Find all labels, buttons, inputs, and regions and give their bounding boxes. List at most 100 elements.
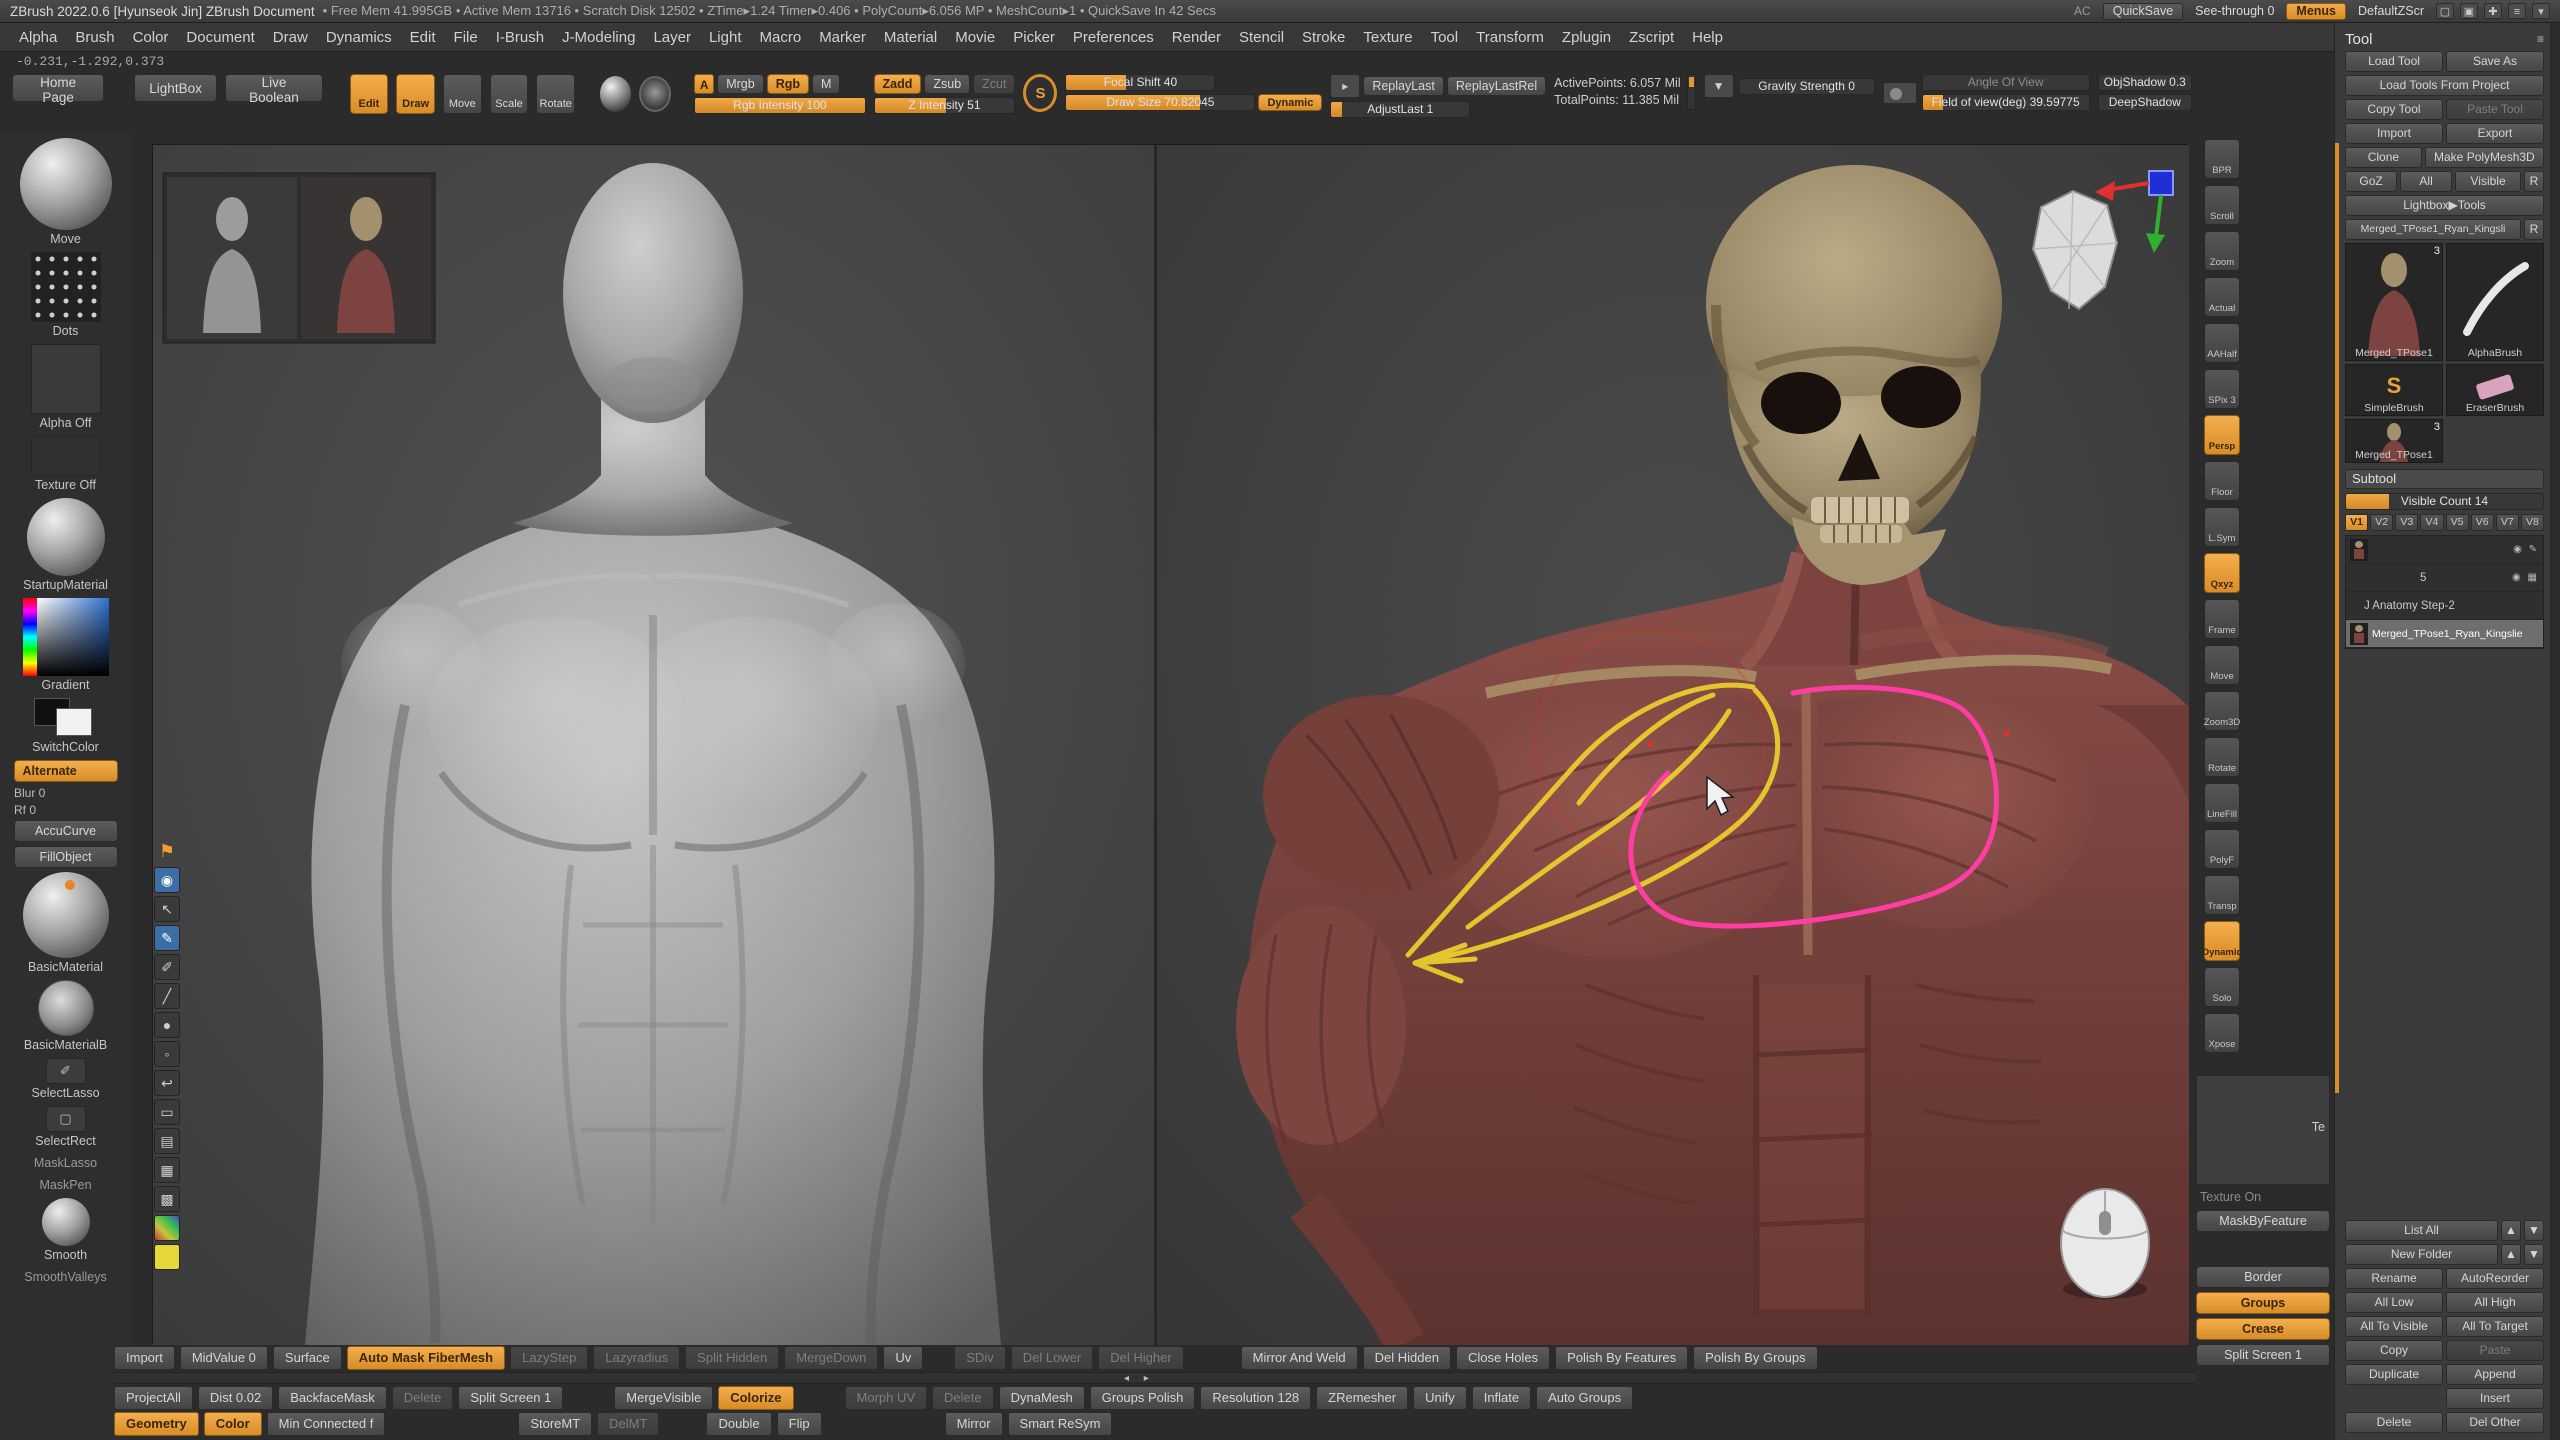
- titlebar-icon[interactable]: ▾: [2532, 3, 2550, 19]
- replay-last-button[interactable]: ReplayLast: [1363, 76, 1444, 96]
- subtool-row-icons[interactable]: ◉ ✎: [2513, 544, 2539, 555]
- move-button[interactable]: Move: [443, 74, 482, 114]
- append-button[interactable]: Append: [2446, 1364, 2544, 1385]
- shelf-button[interactable]: Flip: [777, 1412, 822, 1436]
- dynamic-button[interactable]: Dynamic: [1258, 94, 1322, 111]
- split-screen-button[interactable]: Split Screen 1: [2196, 1344, 2330, 1366]
- copy-tool-button[interactable]: Copy Tool: [2345, 99, 2443, 120]
- save-as-button[interactable]: Save As: [2446, 51, 2544, 72]
- visible-count-slider[interactable]: Visible Count 14: [2345, 493, 2544, 510]
- eraserbrush-thumbnail[interactable]: EraserBrush: [2446, 364, 2544, 416]
- shelf-tile[interactable]: Persp: [2204, 415, 2240, 455]
- fill-object-button[interactable]: FillObject: [14, 846, 118, 868]
- tool-panel-header[interactable]: Tool ≡: [2345, 27, 2544, 51]
- load-tool-button[interactable]: Load Tool: [2345, 51, 2443, 72]
- color-picker[interactable]: [23, 598, 109, 676]
- rotate-button[interactable]: Rotate: [536, 74, 575, 114]
- alpha-chip[interactable]: A: [694, 74, 714, 94]
- shelf-tile[interactable]: Move: [2204, 645, 2240, 685]
- replay-last-rel-button[interactable]: ReplayLastRel: [1447, 76, 1546, 96]
- live-boolean-button[interactable]: Live Boolean: [225, 74, 323, 102]
- panel-menu-icon[interactable]: ≡: [2537, 32, 2544, 46]
- alphabrush-thumbnail[interactable]: AlphaBrush: [2446, 243, 2544, 361]
- shelf-tile[interactable]: Xpose: [2204, 1013, 2240, 1053]
- visibility-tab[interactable]: V6: [2471, 514, 2494, 531]
- folder-down-button[interactable]: ▼: [2524, 1244, 2544, 1265]
- hue-strip[interactable]: [23, 598, 37, 676]
- shelf-button[interactable]: Close Holes: [1456, 1346, 1550, 1370]
- shelf-button[interactable]: Del Higher: [1098, 1346, 1183, 1370]
- draw-button[interactable]: Draw: [396, 74, 435, 114]
- canvas-tool-icon[interactable]: ▦: [154, 1157, 180, 1183]
- menu-item[interactable]: Tool: [1422, 25, 1468, 50]
- canvas-tool-icon[interactable]: ╱: [154, 983, 180, 1009]
- shelf-button[interactable]: Polish By Groups: [1693, 1346, 1817, 1370]
- visibility-tab[interactable]: V7: [2496, 514, 2519, 531]
- rename-button[interactable]: Rename: [2345, 1268, 2443, 1289]
- all-low-button[interactable]: All Low: [2345, 1292, 2443, 1313]
- lightbox-button[interactable]: LightBox: [134, 74, 217, 102]
- groups-button[interactable]: Groups: [2196, 1292, 2330, 1314]
- paste-tool-button[interactable]: Paste Tool: [2446, 99, 2544, 120]
- adjust-last-slider[interactable]: AdjustLast 1: [1330, 101, 1470, 118]
- current-tool-r-button[interactable]: R: [2524, 219, 2544, 240]
- menu-item[interactable]: J-Modeling: [553, 25, 644, 50]
- menu-item[interactable]: Zscript: [1620, 25, 1683, 50]
- simplebrush-thumbnail[interactable]: S SimpleBrush: [2345, 364, 2443, 416]
- paste-button[interactable]: Paste: [2446, 1340, 2544, 1361]
- rf-slider[interactable]: Rf 0: [0, 803, 36, 817]
- menu-item[interactable]: Material: [875, 25, 946, 50]
- shelf-tile[interactable]: BPR: [2204, 139, 2240, 179]
- canvas-tool-icon[interactable]: ▩: [154, 1186, 180, 1212]
- shelf-tile[interactable]: Solo: [2204, 967, 2240, 1007]
- shelf-tile[interactable]: Floor: [2204, 461, 2240, 501]
- focal-shift-slider[interactable]: Focal Shift 40: [1065, 74, 1215, 91]
- zcut-button[interactable]: Zcut: [973, 74, 1015, 94]
- m-button[interactable]: M: [812, 74, 840, 94]
- menu-item[interactable]: Macro: [751, 25, 811, 50]
- del-other-button[interactable]: Del Other: [2446, 1412, 2544, 1433]
- shelf-button[interactable]: Color: [204, 1412, 262, 1436]
- shelf-button[interactable]: Mirror And Weld: [1241, 1346, 1358, 1370]
- menu-item[interactable]: Color: [124, 25, 178, 50]
- shelf-button[interactable]: Groups Polish: [1090, 1386, 1196, 1410]
- shelf-button[interactable]: Mirror: [945, 1412, 1003, 1436]
- shelf-button[interactable]: Resolution 128: [1200, 1386, 1311, 1410]
- draw-size-slider[interactable]: Draw Size 70.82045: [1065, 94, 1255, 111]
- canvas-tool-icon[interactable]: ■: [154, 1244, 180, 1270]
- visibility-tab[interactable]: V8: [2521, 514, 2544, 531]
- shelf-button[interactable]: Split Screen 1: [458, 1386, 563, 1410]
- subtool-row-1[interactable]: ◉ ✎: [2346, 536, 2543, 564]
- shelf-button[interactable]: Split Hidden: [685, 1346, 779, 1370]
- mask-pen-label[interactable]: MaskPen: [39, 1178, 91, 1192]
- menu-item[interactable]: Help: [1683, 25, 1732, 50]
- canvas-tool-icon[interactable]: ◦: [154, 1041, 180, 1067]
- menu-item[interactable]: Light: [700, 25, 751, 50]
- select-lasso-icon[interactable]: ✐: [46, 1058, 86, 1084]
- shelf-button[interactable]: MergeVisible: [614, 1386, 713, 1410]
- accucurve-button[interactable]: AccuCurve: [14, 820, 118, 842]
- shelf-tile[interactable]: Actual: [2204, 277, 2240, 317]
- gradient-sphere-icon[interactable]: [600, 76, 631, 112]
- autoreorder-button[interactable]: AutoReorder: [2446, 1268, 2544, 1289]
- canvas-tool-icon[interactable]: ▭: [154, 1099, 180, 1125]
- menu-item[interactable]: Stroke: [1293, 25, 1354, 50]
- dots-stroke-icon[interactable]: [31, 252, 101, 322]
- export-button[interactable]: Export: [2446, 123, 2544, 144]
- smooth-valleys-label[interactable]: SmoothValleys: [24, 1270, 106, 1284]
- mask-lasso-label[interactable]: MaskLasso: [34, 1156, 97, 1170]
- see-through-slider[interactable]: See-through 0: [2195, 4, 2274, 18]
- shelf-button[interactable]: Inflate: [1472, 1386, 1531, 1410]
- texture-slot[interactable]: [31, 436, 101, 476]
- shelf-button[interactable]: ProjectAll: [114, 1386, 193, 1410]
- shelf-tile[interactable]: Frame: [2204, 599, 2240, 639]
- replay-icon[interactable]: ▸: [1330, 74, 1360, 98]
- shelf-button[interactable]: Auto Groups: [1536, 1386, 1633, 1410]
- subtool-down-button[interactable]: ▼: [2524, 1220, 2544, 1241]
- shelf-button[interactable]: MergeDown: [784, 1346, 878, 1370]
- goz-all-button[interactable]: All: [2400, 171, 2452, 192]
- active-tool-thumbnail[interactable]: 3 Merged_TPose1: [2345, 243, 2443, 361]
- titlebar-icon[interactable]: ≡: [2508, 3, 2526, 19]
- menu-item[interactable]: Texture: [1354, 25, 1421, 50]
- document-canvas[interactable]: [152, 144, 2188, 1344]
